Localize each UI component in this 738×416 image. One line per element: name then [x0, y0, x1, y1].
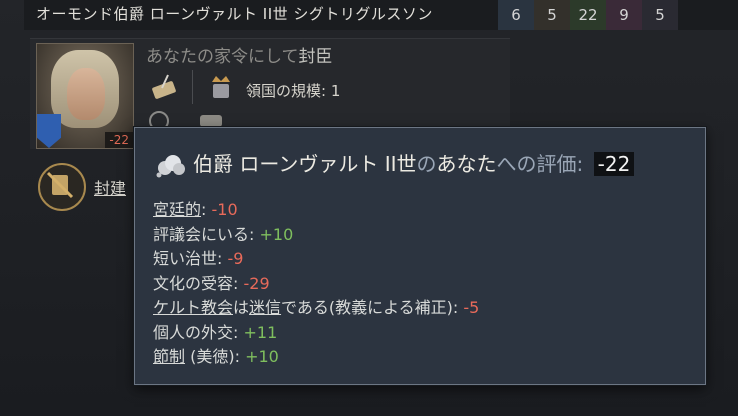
row-value: -9 — [227, 249, 244, 268]
row-sep: : — [234, 347, 246, 366]
tooltip-you-label: あなた — [436, 152, 497, 176]
character-portrait[interactable]: -22 — [36, 43, 134, 149]
row-label: 個人の外交 — [153, 322, 234, 342]
row-label: 文化の受容 — [153, 273, 234, 293]
coat-of-arms-icon[interactable] — [37, 114, 61, 148]
stat-learning[interactable]: 5 — [642, 0, 678, 30]
domain-size-label: 領国の規模: 1 — [246, 82, 341, 100]
relation-prefix: あなたの家令にして — [146, 47, 299, 67]
row-label: 評議会にいる — [153, 224, 250, 244]
row-label-mid: は — [233, 298, 250, 317]
vassal-link[interactable]: 封臣 — [299, 47, 333, 67]
opinion-breakdown: 宮廷的: -10 評議会にいる: +10 短い治世: -9 文化の受容: -29… — [153, 198, 479, 370]
tooltip-header: 伯爵 ローンヴァルト II世のあなたへの評価: -22 — [155, 148, 635, 178]
opinion-row: 宮廷的: -10 — [153, 198, 479, 223]
opinion-row: 個人の外交: +11 — [153, 321, 479, 346]
character-header: オーモンド伯爵 ローンヴァルト II世 シグトリグルスソン 6 5 22 9 5 — [24, 0, 738, 30]
row-value: -5 — [463, 298, 480, 317]
row-label-faith[interactable]: ケルト教会 — [153, 298, 233, 317]
scroll-quill-icon[interactable] — [150, 72, 180, 102]
tooltip-name-suffix: の — [416, 152, 437, 176]
tooltip-character-name[interactable]: 伯爵 ローンヴァルト II世 — [193, 152, 417, 176]
row-sep: : — [452, 298, 464, 317]
row-label-extra: (美徳) — [185, 347, 235, 366]
no-scroll-icon — [46, 171, 74, 199]
row-label: 短い治世 — [153, 249, 218, 268]
opinion-row: ケルト教会は迷信である(教義による補正): -5 — [153, 296, 479, 321]
stat-stewardship[interactable]: 22 — [570, 0, 606, 30]
row-sep: : — [233, 322, 244, 342]
row-value: -29 — [243, 273, 270, 293]
portrait-face — [67, 68, 105, 120]
fief-button[interactable] — [38, 163, 86, 211]
row-sep: : — [233, 273, 244, 293]
opinion-row: 短い治世: -9 — [153, 247, 479, 272]
relation-text: あなたの家令にして封臣 — [146, 42, 333, 67]
row-sep: : — [201, 200, 212, 219]
domain-crown-icon — [212, 76, 230, 98]
opinion-row: 文化の受容: -29 — [153, 272, 479, 297]
skill-stats: 6 5 22 9 5 — [498, 0, 678, 30]
row-value: +10 — [245, 347, 279, 366]
stat-diplomacy[interactable]: 6 — [498, 0, 534, 30]
tooltip-opinion-label: への評価: — [496, 152, 590, 176]
row-label[interactable]: 節制 — [153, 347, 185, 366]
fief-type-link[interactable]: 封建 — [94, 175, 126, 199]
row-value: -10 — [211, 200, 238, 219]
thought-cloud-icon — [156, 154, 185, 177]
stat-intrigue[interactable]: 9 — [606, 0, 642, 30]
row-value: +10 — [259, 224, 294, 244]
opinion-row: 節制 (美徳): +10 — [153, 345, 479, 370]
row-label-rest: である(教義による補正) — [281, 298, 453, 317]
opinion-row: 評議会にいる: +10 — [153, 223, 479, 248]
row-value: +11 — [243, 322, 278, 342]
row-sep: : — [249, 224, 260, 244]
opinion-badge: -22 — [105, 132, 133, 148]
row-sep: : — [217, 249, 228, 268]
icon-divider — [192, 70, 193, 104]
row-label[interactable]: 宮廷的 — [153, 200, 201, 219]
character-title: オーモンド伯爵 ローンヴァルト II世 シグトリグルスソン — [36, 5, 433, 23]
row-label-superstition[interactable]: 迷信 — [249, 298, 281, 317]
stat-martial[interactable]: 5 — [534, 0, 570, 30]
tooltip-opinion-value: -22 — [593, 152, 635, 176]
opinion-tooltip: 伯爵 ローンヴァルト II世のあなたへの評価: -22 宮廷的: -10 評議会… — [134, 127, 706, 385]
